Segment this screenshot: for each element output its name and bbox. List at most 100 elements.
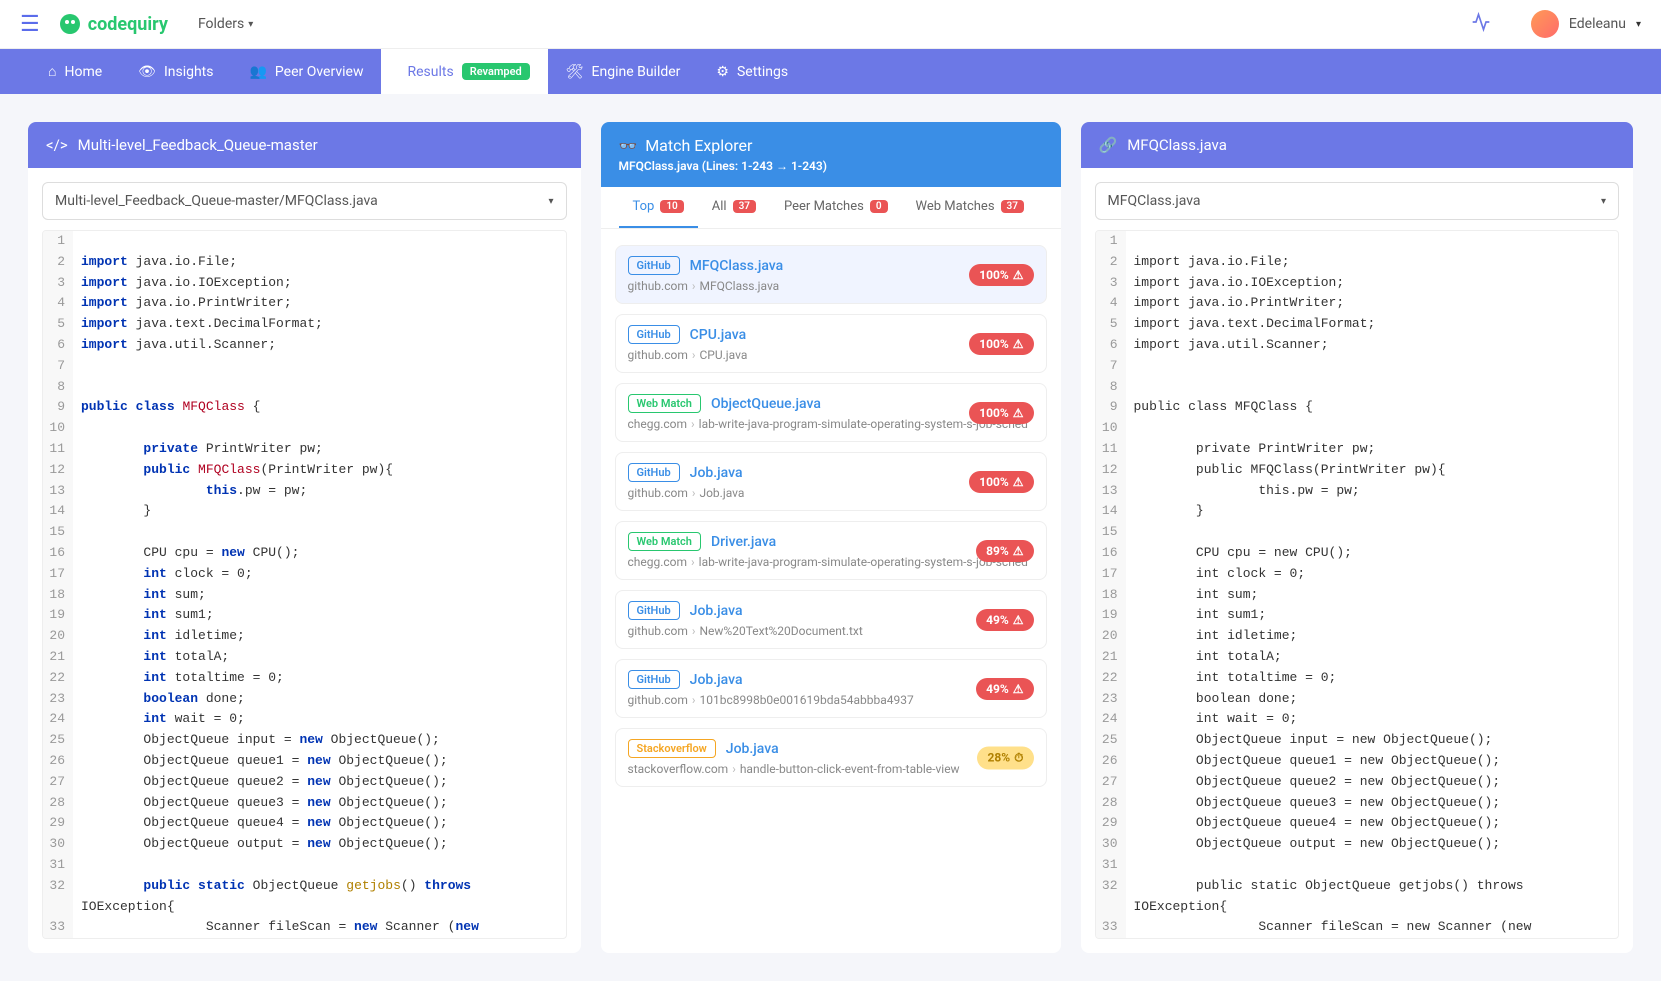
line-number: 17 [43, 564, 73, 585]
tab-top[interactable]: Top10 [619, 187, 698, 228]
line-number: 5 [43, 314, 73, 335]
logo[interactable]: codequiry [58, 12, 168, 36]
match-tabs: Top10All37Peer Matches0Web Matches37 [601, 187, 1061, 229]
line-number: 26 [1096, 751, 1126, 772]
match-title: Job.java [690, 672, 743, 688]
line-number: 28 [43, 793, 73, 814]
code-line: 16 CPU cpu = new CPU(); [1096, 543, 1619, 564]
line-number: 27 [1096, 772, 1126, 793]
match-path: github.com ›New%20Text%20Document.txt [628, 624, 1034, 638]
home-icon: ⌂ [48, 63, 56, 80]
folders-dropdown[interactable]: Folders ▾ [198, 16, 253, 32]
source-badge: GitHub [628, 256, 680, 275]
avatar [1531, 10, 1559, 38]
nav-item-home[interactable]: ⌂Home [30, 49, 120, 94]
line-number: 1 [1096, 231, 1126, 252]
left-file-select[interactable]: Multi-level_Feedback_Queue-master/MFQCla… [42, 182, 567, 220]
line-number: 11 [1096, 439, 1126, 460]
left-panel: </> Multi-level_Feedback_Queue-master Mu… [28, 122, 581, 953]
line-number: 17 [1096, 564, 1126, 585]
line-number: 10 [1096, 418, 1126, 439]
nav-item-peer-overview[interactable]: 👥Peer Overview [231, 49, 381, 94]
warning-icon: ⚠ [1013, 268, 1024, 282]
nav-item-engine-builder[interactable]: 🛠Engine Builder [548, 49, 699, 94]
line-number: 16 [1096, 543, 1126, 564]
match-item[interactable]: GitHub CPU.java github.com ›CPU.java 100… [615, 314, 1047, 373]
score-badge: 100% ⚠ [969, 471, 1033, 493]
nav-item-insights[interactable]: 👁Insights [120, 49, 231, 94]
line-number: 2 [1096, 252, 1126, 273]
line-number: 25 [43, 730, 73, 751]
match-path: github.com ›101bc8998b0e001619bda54abbba… [628, 693, 1034, 707]
left-code-view[interactable]: 12import java.io.File;3import java.io.IO… [42, 230, 567, 939]
code-line: 23 boolean done; [1096, 689, 1619, 710]
line-number: 20 [1096, 626, 1126, 647]
line-number: 7 [43, 356, 73, 377]
line-number: 3 [43, 273, 73, 294]
tab-peer-matches[interactable]: Peer Matches0 [770, 187, 902, 228]
code-line: 4import java.io.PrintWriter; [43, 293, 566, 314]
code-line: 20 int idletime; [43, 626, 566, 647]
match-item[interactable]: GitHub Job.java github.com ›Job.java 100… [615, 452, 1047, 511]
chevron-down-icon: ▾ [1636, 19, 1641, 30]
warning-icon: ⚠ [1013, 337, 1024, 351]
middle-panel-subtitle: MFQClass.java (Lines: 1-243 → 1-243) [619, 159, 827, 173]
match-item[interactable]: GitHub MFQClass.java github.com ›MFQClas… [615, 245, 1047, 304]
line-number: 29 [1096, 813, 1126, 834]
line-number: 1 [43, 231, 73, 252]
match-item[interactable]: GitHub Job.java github.com ›101bc8998b0e… [615, 659, 1047, 718]
tab-web-matches[interactable]: Web Matches37 [902, 187, 1038, 228]
gear-icon: ⚙ [716, 64, 729, 80]
code-line: 18 int sum; [1096, 585, 1619, 606]
line-number: 13 [43, 481, 73, 502]
line-number: 23 [43, 689, 73, 710]
warning-icon: ⚠ [1013, 475, 1024, 489]
code-line: 24 int wait = 0; [1096, 709, 1619, 730]
code-line: 28 ObjectQueue queue3 = new ObjectQueue(… [43, 793, 566, 814]
code-line: 22 int totaltime = 0; [1096, 668, 1619, 689]
code-line: 28 ObjectQueue queue3 = new ObjectQueue(… [1096, 793, 1619, 814]
line-number: 32 [43, 876, 73, 897]
source-badge: Web Match [628, 532, 701, 551]
code-line: 18 int sum; [43, 585, 566, 606]
match-item[interactable]: Web Match Driver.java chegg.com ›lab-wri… [615, 521, 1047, 580]
logo-icon [58, 12, 82, 36]
hamburger-icon[interactable]: ☰ [20, 12, 40, 37]
user-name-label: Edeleanu [1569, 16, 1626, 32]
source-badge: GitHub [628, 670, 680, 689]
line-number: 2 [43, 252, 73, 273]
link-icon: 🔗 [1099, 136, 1118, 154]
nav-item-results[interactable]: ResultsRevamped [381, 49, 547, 94]
navbar: ⌂Home👁Insights👥Peer OverviewResultsRevam… [0, 49, 1661, 94]
user-menu[interactable]: Edeleanu ▾ [1531, 10, 1641, 38]
tab-all[interactable]: All37 [698, 187, 770, 228]
line-number: 5 [1096, 314, 1126, 335]
match-list[interactable]: GitHub MFQClass.java github.com ›MFQClas… [601, 229, 1061, 953]
code-line: 8 [43, 377, 566, 398]
middle-panel: 👓 Match Explorer MFQClass.java (Lines: 1… [601, 122, 1061, 953]
code-line: 3import java.io.IOException; [43, 273, 566, 294]
wrench-icon: 🛠 [566, 64, 584, 80]
match-item[interactable]: Web Match ObjectQueue.java chegg.com ›la… [615, 383, 1047, 442]
match-item[interactable]: Stackoverflow Job.java stackoverflow.com… [615, 728, 1047, 787]
line-number: 31 [43, 855, 73, 876]
match-item[interactable]: GitHub Job.java github.com ›New%20Text%2… [615, 590, 1047, 649]
tab-count-badge: 37 [1001, 200, 1024, 213]
line-number: 6 [43, 335, 73, 356]
match-title: Driver.java [711, 534, 776, 550]
activity-icon[interactable] [1471, 12, 1491, 37]
source-badge: GitHub [628, 601, 680, 620]
line-number: 9 [1096, 397, 1126, 418]
code-line: 15 [43, 522, 566, 543]
line-number: 24 [1096, 709, 1126, 730]
eye-icon: 👁 [138, 64, 156, 80]
right-file-select[interactable]: MFQClass.java ▾ [1095, 182, 1620, 220]
line-number: 30 [1096, 834, 1126, 855]
nav-item-settings[interactable]: ⚙Settings [698, 49, 806, 94]
code-line: 17 int clock = 0; [1096, 564, 1619, 585]
code-line: 8 [1096, 377, 1619, 398]
tab-count-badge: 10 [660, 200, 683, 213]
code-line: 2import java.io.File; [1096, 252, 1619, 273]
right-code-view[interactable]: 12import java.io.File;3import java.io.IO… [1095, 230, 1620, 939]
code-line: 9public class MFQClass { [1096, 397, 1619, 418]
